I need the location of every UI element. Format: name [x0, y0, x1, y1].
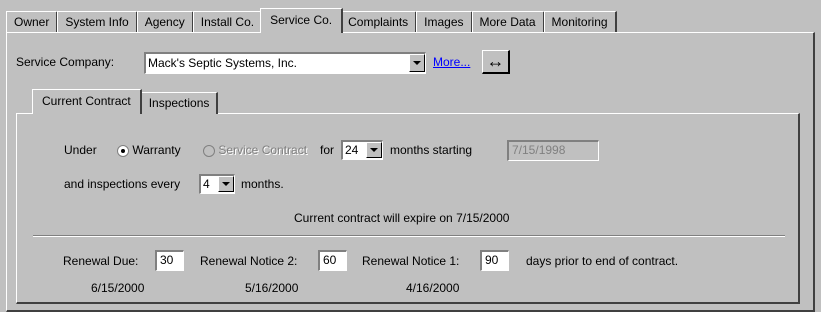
service-company-label: Service Company:	[16, 55, 115, 69]
months-starting-label: months starting	[390, 143, 473, 157]
warranty-label: Warranty	[132, 143, 181, 157]
warranty-radio[interactable]	[117, 144, 129, 157]
main-tab-strip: Owner System Info Agency Install Co. Ser…	[6, 8, 617, 33]
tab-more-data[interactable]: More Data	[471, 11, 545, 33]
under-label: Under	[64, 143, 97, 157]
service-company-value: Mack's Septic Systems, Inc.	[148, 56, 297, 70]
inspection-interval-value: 4	[203, 177, 210, 191]
renewal-notice1-date: 4/16/2000	[406, 281, 460, 295]
contract-tab-strip: Current Contract Inspections	[32, 88, 219, 114]
tab-inspections[interactable]: Inspections	[140, 92, 219, 114]
renewal-due-input[interactable]: 30	[155, 250, 184, 271]
renewal-notice2-input[interactable]: 60	[318, 250, 347, 271]
swap-button[interactable]: ↔	[482, 50, 510, 74]
renewal-notice2-label: Renewal Notice 2:	[200, 254, 298, 268]
chevron-down-icon	[370, 148, 378, 152]
renewal-notice1-label: Renewal Notice 1:	[362, 254, 460, 268]
swap-arrows-icon: ↔	[486, 51, 505, 71]
service-contract-radio[interactable]	[203, 144, 215, 157]
service-contract-label: Service Contract	[218, 143, 308, 157]
renewal-suffix: days prior to end of contract.	[526, 254, 679, 268]
inspection-interval-select[interactable]: 4	[199, 174, 235, 194]
tab-images[interactable]: Images	[416, 11, 473, 33]
dropdown-button[interactable]	[366, 142, 382, 158]
service-contract-option[interactable]: Service Contract	[203, 143, 307, 157]
renewal-notice2-date: 5/16/2000	[245, 281, 299, 295]
start-date-field: 7/15/1998	[507, 140, 599, 161]
renewal-due-date: 6/15/2000	[91, 281, 145, 295]
inspections-label: and inspections every	[64, 177, 181, 191]
tab-system-info[interactable]: System Info	[57, 11, 138, 33]
tab-monitoring[interactable]: Monitoring	[543, 11, 617, 33]
service-company-dropdown[interactable]: Mack's Septic Systems, Inc.	[144, 52, 426, 74]
contract-expire-text: Current contract will expire on 7/15/200…	[294, 211, 510, 225]
tab-agency[interactable]: Agency	[136, 11, 194, 33]
tab-owner[interactable]: Owner	[6, 11, 59, 33]
renewal-due-label: Renewal Due:	[63, 254, 139, 268]
dropdown-button[interactable]	[218, 176, 234, 192]
warranty-option[interactable]: Warranty	[117, 143, 181, 157]
for-label: for	[320, 143, 335, 157]
tab-current-contract[interactable]: Current Contract	[32, 89, 142, 114]
current-contract-panel: Under Warranty Service Contract for 24 m…	[16, 113, 800, 304]
tab-complaints[interactable]: Complaints	[340, 11, 418, 33]
chevron-down-icon	[413, 61, 421, 65]
dropdown-button[interactable]	[409, 54, 425, 72]
months-label: months.	[241, 177, 284, 191]
divider	[33, 235, 785, 237]
chevron-down-icon	[222, 182, 230, 186]
more-link[interactable]: More...	[433, 55, 470, 69]
tab-install-co[interactable]: Install Co.	[192, 11, 264, 33]
renewal-notice1-input[interactable]: 90	[480, 250, 509, 271]
months-value: 24	[345, 143, 359, 157]
tab-service-co[interactable]: Service Co.	[260, 8, 344, 33]
months-select[interactable]: 24	[341, 140, 383, 160]
